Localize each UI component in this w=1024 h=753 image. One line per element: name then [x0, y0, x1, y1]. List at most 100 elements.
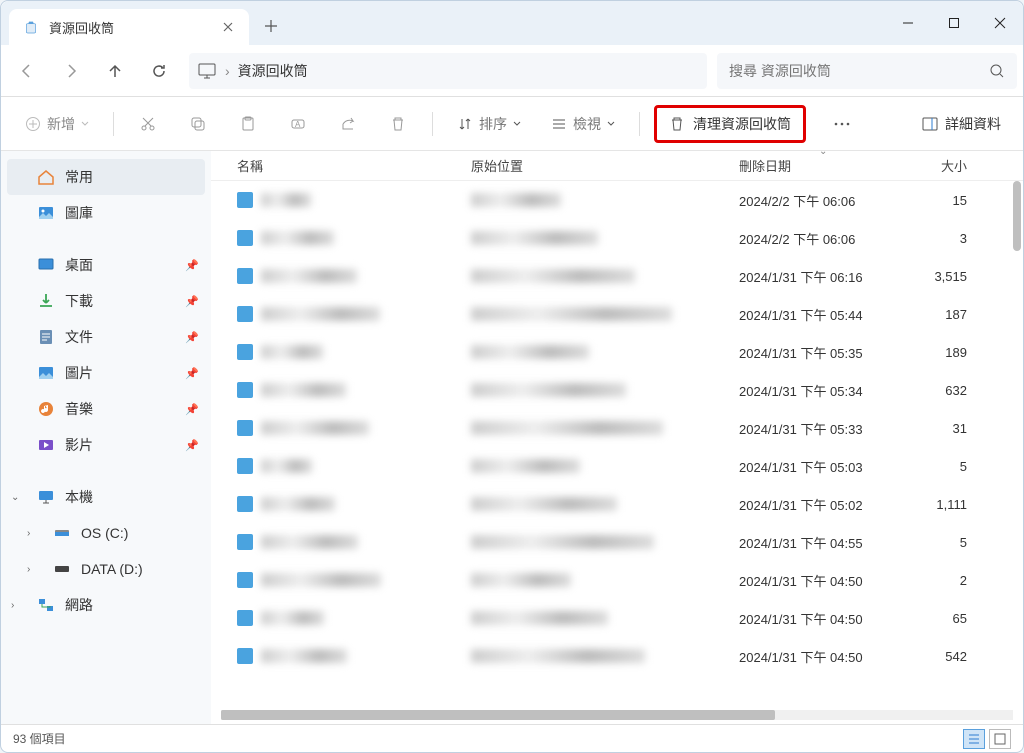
table-row[interactable]: 2024/1/31 下午 05:35189	[211, 333, 1023, 371]
sidebar-item-documents[interactable]: 文件 📌	[1, 319, 211, 355]
file-size: 31	[917, 421, 967, 436]
sidebar-item-desktop[interactable]: 桌面 📌	[1, 247, 211, 283]
titlebar: 資源回收筒	[1, 1, 1023, 45]
navigation-bar: › 資源回收筒	[1, 45, 1023, 97]
file-size: 187	[917, 307, 967, 322]
navigation-pane[interactable]: 常用 圖庫 桌面 📌 下載 📌 文件 📌	[1, 151, 211, 724]
file-size: 5	[917, 535, 967, 550]
sidebar-item-music[interactable]: 音樂 📌	[1, 391, 211, 427]
table-row[interactable]: 2024/1/31 下午 04:50542	[211, 637, 1023, 675]
search-box[interactable]	[717, 53, 1017, 89]
deleted-date: 2024/1/31 下午 04:50	[739, 609, 917, 628]
share-button[interactable]	[328, 106, 368, 142]
up-button[interactable]	[95, 53, 135, 89]
close-button[interactable]	[977, 3, 1023, 43]
rename-button[interactable]: A	[278, 106, 318, 142]
paste-button[interactable]	[228, 106, 268, 142]
pin-icon: 📌	[185, 259, 199, 272]
address-bar[interactable]: › 資源回收筒	[189, 53, 707, 89]
cut-button[interactable]	[128, 106, 168, 142]
view-icon	[551, 116, 567, 132]
file-icon	[237, 306, 253, 322]
network-icon	[37, 596, 55, 614]
sidebar-item-home[interactable]: 常用	[7, 159, 205, 195]
horizontal-scrollbar[interactable]	[221, 710, 1013, 720]
file-name-redacted	[261, 573, 381, 587]
sidebar-item-drive-c[interactable]: › OS (C:)	[1, 515, 211, 551]
new-tab-button[interactable]	[255, 10, 287, 42]
sidebar-item-thispc[interactable]: ⌄ 本機	[1, 479, 211, 515]
view-button[interactable]: 檢視	[541, 106, 625, 142]
pictures-icon	[37, 364, 55, 382]
file-size: 2	[917, 573, 967, 588]
original-location-redacted	[471, 497, 617, 511]
file-name-redacted	[261, 421, 369, 435]
table-row[interactable]: 2024/1/31 下午 04:555	[211, 523, 1023, 561]
sidebar-item-pictures[interactable]: 圖片 📌	[1, 355, 211, 391]
original-location-redacted	[471, 231, 598, 245]
sidebar-item-network[interactable]: › 網路	[1, 587, 211, 623]
file-name-redacted	[261, 459, 312, 473]
large-icons-view-button[interactable]	[989, 729, 1011, 749]
details-view-button[interactable]	[963, 729, 985, 749]
table-row[interactable]: 2024/1/31 下午 05:44187	[211, 295, 1023, 333]
sort-button[interactable]: 排序	[447, 106, 531, 142]
table-row[interactable]: 2024/1/31 下午 04:5065	[211, 599, 1023, 637]
deleted-date: 2024/1/31 下午 05:02	[739, 495, 917, 514]
new-button[interactable]: 新增	[15, 106, 99, 142]
table-row[interactable]: 2024/1/31 下午 05:021,111	[211, 485, 1023, 523]
table-row[interactable]: 2024/1/31 下午 06:163,515	[211, 257, 1023, 295]
sort-indicator-icon: ⌄	[819, 151, 827, 157]
rows-container[interactable]: 2024/2/2 下午 06:06152024/2/2 下午 06:063202…	[211, 181, 1023, 710]
sidebar-item-videos[interactable]: 影片 📌	[1, 427, 211, 463]
search-input[interactable]	[729, 63, 989, 79]
chevron-down-icon[interactable]: ⌄	[11, 492, 19, 503]
search-icon	[989, 63, 1005, 79]
file-name-redacted	[261, 307, 380, 321]
plus-circle-icon	[25, 116, 41, 132]
desktop-icon	[37, 256, 55, 274]
tab-close-button[interactable]	[221, 20, 235, 34]
table-row[interactable]: 2024/1/31 下午 05:34632	[211, 371, 1023, 409]
chevron-right-icon[interactable]: ›	[27, 564, 30, 575]
maximize-button[interactable]	[931, 3, 977, 43]
sidebar-item-drive-d[interactable]: › DATA (D:)	[1, 551, 211, 587]
table-row[interactable]: 2024/1/31 下午 05:035	[211, 447, 1023, 485]
table-row[interactable]: 2024/2/2 下午 06:063	[211, 219, 1023, 257]
details-pane-button[interactable]: 詳細資料	[913, 114, 1009, 134]
more-button[interactable]	[822, 106, 862, 142]
table-row[interactable]: 2024/1/31 下午 04:502	[211, 561, 1023, 599]
sidebar-item-downloads[interactable]: 下載 📌	[1, 283, 211, 319]
file-name-redacted	[261, 193, 311, 207]
refresh-button[interactable]	[139, 53, 179, 89]
tab-recycle-bin[interactable]: 資源回收筒	[9, 9, 249, 45]
copy-button[interactable]	[178, 106, 218, 142]
minimize-button[interactable]	[885, 3, 931, 43]
file-name-redacted	[261, 649, 347, 663]
column-deleted-date[interactable]: ⌄刪除日期	[739, 156, 917, 175]
delete-button[interactable]	[378, 106, 418, 142]
column-location[interactable]: 原始位置	[471, 156, 739, 175]
monitor-icon	[197, 61, 217, 81]
original-location-redacted	[471, 459, 580, 473]
vertical-scrollbar[interactable]	[1013, 181, 1021, 251]
deleted-date: 2024/1/31 下午 04:55	[739, 533, 917, 552]
file-size: 3	[917, 231, 967, 246]
view-mode-toggles	[963, 729, 1011, 749]
pin-icon: 📌	[185, 331, 199, 344]
chevron-right-icon[interactable]: ›	[27, 528, 30, 539]
chevron-right-icon[interactable]: ›	[11, 600, 14, 611]
empty-recycle-bin-button[interactable]: 清理資源回收筒	[654, 105, 806, 143]
sidebar-item-gallery[interactable]: 圖庫	[1, 195, 211, 231]
forward-button[interactable]	[51, 53, 91, 89]
svg-text:A: A	[295, 120, 301, 129]
file-size: 632	[917, 383, 967, 398]
chevron-down-icon	[513, 120, 521, 128]
column-name[interactable]: 名稱	[221, 156, 471, 175]
table-row[interactable]: 2024/2/2 下午 06:0615	[211, 181, 1023, 219]
back-button[interactable]	[7, 53, 47, 89]
table-row[interactable]: 2024/1/31 下午 05:3331	[211, 409, 1023, 447]
column-size[interactable]: 大小	[917, 156, 967, 175]
file-size: 189	[917, 345, 967, 360]
chevron-right-icon: ›	[225, 63, 230, 79]
